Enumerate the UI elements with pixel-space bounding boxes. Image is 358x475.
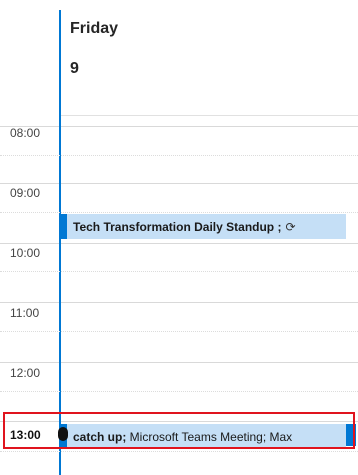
- event-tech-transformation-standup[interactable]: Tech Transformation Daily Standup ; ⟳: [61, 214, 346, 239]
- half-hour-line: [0, 271, 358, 272]
- event-accent-bar: [61, 214, 67, 239]
- time-label-1000: 10:00: [10, 246, 41, 260]
- event-catch-up[interactable]: catch up; Microsoft Teams Meeting; Max: [61, 424, 346, 449]
- hour-line: [0, 183, 59, 184]
- day-name: Friday: [70, 20, 119, 37]
- day-number[interactable]: 9: [70, 60, 79, 78]
- hour-line: [0, 421, 59, 422]
- hour-line: [61, 126, 358, 127]
- hour-line: [0, 362, 59, 363]
- current-time-indicator: [58, 427, 68, 441]
- time-label-1300: 13:00: [10, 428, 41, 442]
- hour-line: [61, 421, 358, 422]
- hour-line: [61, 302, 358, 303]
- time-gutter: [0, 0, 59, 475]
- half-hour-line: [0, 331, 358, 332]
- half-hour-line: [0, 391, 358, 392]
- event-text: catch up; Microsoft Teams Meeting; Max: [73, 430, 292, 444]
- hour-line: [0, 243, 59, 244]
- time-label-0800: 08:00: [10, 126, 41, 140]
- overflow-event-accent[interactable]: [346, 424, 356, 446]
- half-hour-line: [0, 155, 358, 156]
- hour-line: [61, 183, 358, 184]
- calendar-day-view: Friday 9 08:00 09:00 10:00 11:00 12:00 1…: [0, 0, 358, 475]
- event-text: Tech Transformation Daily Standup ; ⟳: [73, 220, 296, 234]
- time-label-1200: 12:00: [10, 366, 41, 380]
- time-label-0900: 09:00: [10, 186, 41, 200]
- recurring-icon: ⟳: [285, 220, 296, 234]
- event-title: catch up;: [73, 430, 127, 444]
- half-hour-line: [0, 451, 358, 452]
- header-divider: [61, 115, 358, 116]
- hour-line: [0, 302, 59, 303]
- half-hour-line: [0, 212, 358, 213]
- event-details: Microsoft Teams Meeting; Max: [126, 430, 293, 444]
- hour-line: [61, 362, 358, 363]
- hour-line: [61, 243, 358, 244]
- time-label-1100: 11:00: [10, 306, 40, 320]
- event-title: Tech Transformation Daily Standup ;: [73, 220, 282, 234]
